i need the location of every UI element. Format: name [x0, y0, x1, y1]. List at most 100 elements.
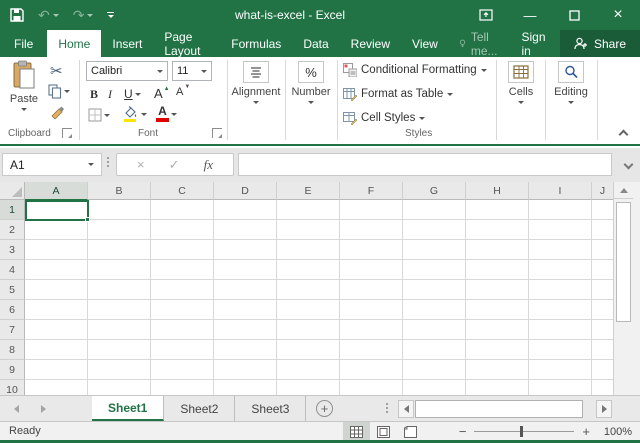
font-color-button[interactable]: A [156, 106, 177, 122]
conditional-formatting-button[interactable]: Conditional Formatting [343, 63, 487, 77]
name-box[interactable]: A1 [2, 153, 102, 176]
page-break-preview-button[interactable] [397, 422, 424, 441]
tab-file[interactable]: File [0, 30, 47, 57]
redo-dropdown-icon[interactable] [87, 14, 93, 17]
zoom-out-button[interactable]: − [459, 424, 467, 439]
enter-button[interactable]: ✓ [169, 157, 180, 173]
number-dropdown-icon[interactable] [308, 101, 314, 104]
tab-page-layout[interactable]: Page Layout [153, 30, 220, 57]
page-layout-view-button[interactable] [370, 422, 397, 441]
column-header-c[interactable]: C [151, 182, 214, 200]
share-button[interactable]: Share [560, 30, 640, 57]
scroll-right-button[interactable] [596, 400, 612, 418]
next-sheet-icon[interactable] [41, 405, 46, 413]
save-icon[interactable] [10, 8, 24, 22]
vertical-scrollbar[interactable] [613, 182, 633, 395]
horizontal-scrollbar[interactable] [398, 399, 616, 418]
underline-button[interactable]: U [124, 87, 141, 101]
font-size-select[interactable]: 11 [172, 61, 212, 81]
tab-view[interactable]: View [401, 30, 449, 57]
selected-cell-a1[interactable] [25, 200, 89, 221]
expand-formula-bar-icon[interactable] [624, 160, 634, 170]
sheet-tab-sheet2[interactable]: Sheet2 [164, 396, 235, 421]
format-painter-button[interactable] [50, 105, 65, 119]
number-group-button[interactable]: % Number [289, 61, 333, 104]
redo-button[interactable]: ↷ [73, 7, 94, 24]
column-header-e[interactable]: E [277, 182, 340, 200]
select-all-button[interactable] [0, 182, 25, 200]
cell-styles-button[interactable]: Cell Styles [343, 111, 425, 125]
font-color-dropdown-icon[interactable] [171, 113, 177, 116]
alignment-dropdown-icon[interactable] [253, 101, 259, 104]
cut-button[interactable]: ✂ [50, 62, 63, 80]
tab-home[interactable]: Home [47, 30, 101, 57]
column-header-b[interactable]: B [88, 182, 151, 200]
column-header-j[interactable]: J [592, 182, 613, 200]
bold-button[interactable]: B [90, 87, 98, 102]
font-family-select[interactable]: Calibri [86, 61, 168, 81]
vertical-scrollbar-thumb[interactable] [616, 202, 631, 322]
decrease-font-size-button[interactable]: A▼ [176, 86, 191, 98]
zoom-slider[interactable] [474, 431, 574, 432]
column-header-h[interactable]: H [466, 182, 529, 200]
customize-qat-button[interactable] [107, 12, 114, 18]
new-sheet-button[interactable]: + [316, 400, 333, 417]
cells-group-button[interactable]: Cells [501, 61, 541, 104]
borders-dropdown-icon[interactable] [104, 114, 110, 117]
copy-button[interactable] [48, 84, 70, 99]
insert-function-button[interactable]: fx [204, 157, 213, 173]
tab-insert[interactable]: Insert [101, 30, 153, 57]
row-header-3[interactable]: 3 [0, 240, 25, 260]
alignment-group-button[interactable]: Alignment [231, 61, 281, 104]
underline-dropdown-icon[interactable] [135, 93, 141, 96]
sheet-tab-sheet3[interactable]: Sheet3 [235, 396, 306, 421]
row-header-5[interactable]: 5 [0, 280, 25, 300]
row-header-6[interactable]: 6 [0, 300, 25, 320]
paste-dropdown-icon[interactable] [21, 108, 27, 111]
italic-button[interactable]: I [108, 87, 112, 102]
cancel-button[interactable]: × [137, 157, 145, 172]
column-header-f[interactable]: F [340, 182, 403, 200]
ribbon-display-options-button[interactable] [464, 0, 508, 30]
undo-button[interactable]: ↶ [38, 7, 59, 24]
fill-handle[interactable] [85, 217, 90, 222]
tab-review[interactable]: Review [340, 30, 401, 57]
row-header-2[interactable]: 2 [0, 220, 25, 240]
fill-color-button[interactable] [122, 106, 147, 122]
column-header-i[interactable]: I [529, 182, 592, 200]
conditional-formatting-dropdown-icon[interactable] [481, 69, 487, 72]
scroll-left-button[interactable] [398, 400, 414, 418]
editing-group-button[interactable]: Editing [549, 61, 593, 104]
tell-me-box[interactable]: Tell me... [449, 30, 512, 57]
borders-button[interactable] [88, 108, 110, 122]
tab-formulas[interactable]: Formulas [220, 30, 292, 57]
normal-view-button[interactable] [343, 422, 370, 441]
column-header-g[interactable]: G [403, 182, 466, 200]
close-button[interactable]: × [596, 0, 640, 30]
row-header-8[interactable]: 8 [0, 340, 25, 360]
cells-dropdown-icon[interactable] [518, 101, 524, 104]
format-as-table-button[interactable]: Format as Table [343, 87, 453, 101]
horizontal-scrollbar-thumb[interactable] [415, 400, 583, 418]
minimize-button[interactable]: — [508, 0, 552, 30]
collapse-ribbon-icon[interactable] [619, 130, 629, 140]
zoom-level[interactable]: 100% [598, 426, 632, 438]
zoom-in-button[interactable]: + [582, 424, 590, 439]
sheet-tab-sheet1[interactable]: Sheet1 [92, 396, 164, 421]
column-header-d[interactable]: D [214, 182, 277, 200]
paste-button[interactable]: Paste [6, 60, 42, 111]
zoom-slider-thumb[interactable] [520, 426, 523, 437]
editing-dropdown-icon[interactable] [568, 101, 574, 104]
increase-font-size-button[interactable]: A▲ [154, 86, 171, 101]
clipboard-dialog-launcher-icon[interactable] [62, 128, 72, 138]
row-header-1[interactable]: 1 [0, 200, 25, 220]
undo-dropdown-icon[interactable] [53, 14, 59, 17]
name-box-dropdown-icon[interactable] [88, 163, 94, 166]
font-dialog-launcher-icon[interactable] [212, 128, 222, 138]
cell-grid[interactable] [25, 200, 613, 395]
previous-sheet-icon[interactable] [14, 405, 19, 413]
row-header-9[interactable]: 9 [0, 360, 25, 380]
copy-dropdown-icon[interactable] [64, 90, 70, 93]
formula-input[interactable] [238, 153, 612, 176]
fill-color-dropdown-icon[interactable] [141, 113, 147, 116]
